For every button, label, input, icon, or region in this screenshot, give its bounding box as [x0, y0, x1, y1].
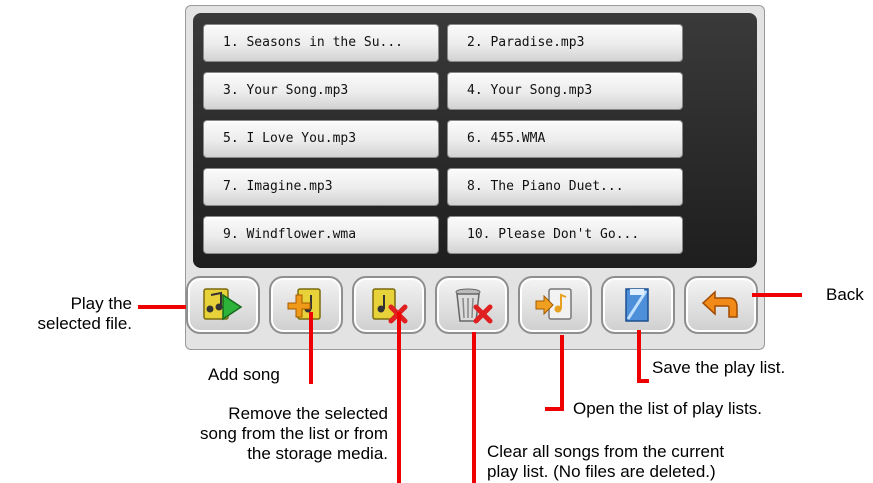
clear-playlist-button[interactable] — [435, 276, 509, 334]
play-annotation: Play the selected file. — [0, 294, 133, 334]
add-song-callout-line — [309, 312, 313, 384]
remove-annotation-line2: song from the list or from — [199, 424, 388, 443]
clear-callout-line — [472, 332, 476, 483]
song-item-5[interactable]: 5. I Love You.mp3 — [203, 120, 439, 158]
remove-song-icon — [372, 288, 408, 324]
back-callout-line — [752, 293, 802, 297]
song-item-3[interactable]: 3. Your Song.mp3 — [203, 72, 439, 110]
song-item-7[interactable]: 7. Imagine.mp3 — [203, 168, 439, 206]
open-list-icon — [535, 288, 572, 320]
clear-annotation: Clear all songs from the current play li… — [487, 442, 724, 482]
play-callout-line — [138, 305, 186, 309]
song-item-2[interactable]: 2. Paradise.mp3 — [447, 24, 683, 62]
open-callout-line-v — [560, 335, 564, 411]
song-item-1[interactable]: 1. Seasons in the Su... — [203, 24, 439, 62]
song-item-10[interactable]: 10. Please Don't Go... — [447, 216, 683, 254]
song-item-9[interactable]: 9. Windflower.wma — [203, 216, 439, 254]
clear-trash-icon — [455, 288, 493, 324]
playlist-screen: 1. Seasons in the Su... 2. Paradise.mp3 … — [193, 13, 757, 268]
save-playlist-button[interactable] — [601, 276, 675, 334]
add-song-icon — [287, 288, 321, 320]
song-item-4[interactable]: 4. Your Song.mp3 — [447, 72, 683, 110]
song-item-6[interactable]: 6. 455.WMA — [447, 120, 683, 158]
save-list-icon — [625, 288, 649, 322]
remove-annotation-line1: Remove the selected — [228, 404, 388, 423]
back-annotation: Back — [826, 285, 864, 304]
remove-annotation-line3: the storage media. — [247, 444, 388, 463]
open-playlists-button[interactable] — [518, 276, 592, 334]
clear-annotation-line1: Clear all songs from the current — [487, 442, 725, 461]
play-music-icon — [203, 288, 243, 321]
add-song-annotation: Add song — [208, 365, 280, 384]
clear-annotation-line2: play list. (No files are deleted.) — [487, 462, 716, 481]
play-annotation-line2: selected file. — [37, 314, 133, 333]
save-callout-line-v — [637, 330, 641, 383]
open-annotation: Open the list of play lists. — [573, 399, 762, 418]
song-item-8[interactable]: 8. The Piano Duet... — [447, 168, 683, 206]
remove-annotation: Remove the selected song from the list o… — [120, 404, 388, 464]
back-arrow-icon — [701, 290, 738, 318]
save-annotation: Save the play list. — [652, 358, 786, 377]
remove-callout-line — [397, 312, 401, 483]
back-button[interactable] — [684, 276, 758, 334]
open-callout-line-h — [545, 407, 564, 411]
play-annotation-line1: Play the — [70, 294, 132, 313]
save-callout-line-h — [637, 379, 649, 383]
play-button[interactable] — [186, 276, 260, 334]
remove-song-button[interactable] — [352, 276, 426, 334]
add-song-button[interactable] — [269, 276, 343, 334]
